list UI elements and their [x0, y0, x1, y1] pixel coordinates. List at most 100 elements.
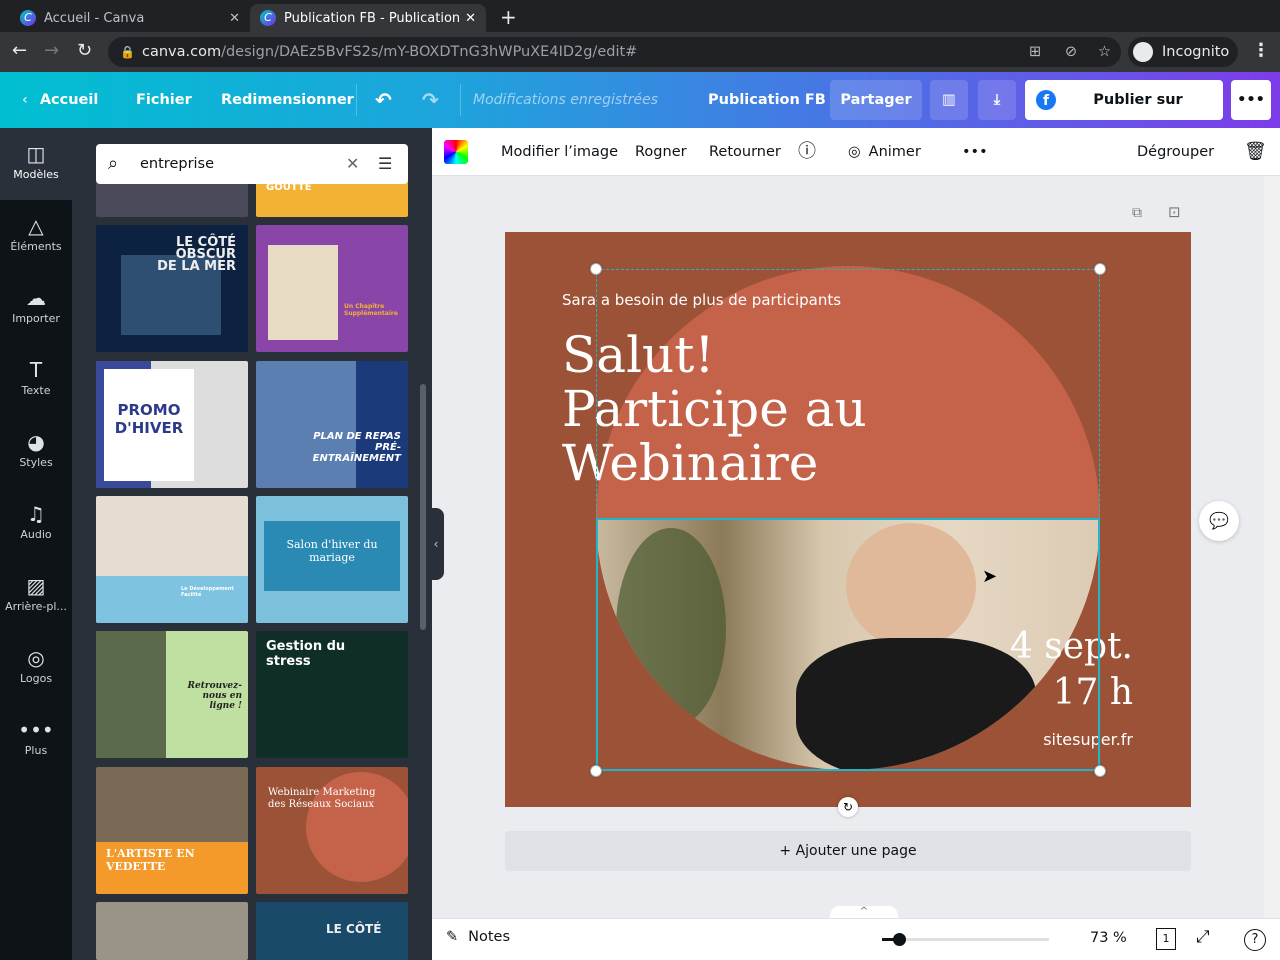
template-thumbnail[interactable]: Gestion du stress: [256, 631, 408, 758]
palette-icon: ◕: [27, 430, 45, 454]
sidebar-item-uploads[interactable]: ☁ Importer: [0, 272, 72, 344]
redo-icon[interactable]: ↷: [422, 72, 439, 128]
cloud-upload-icon: ☁: [26, 286, 46, 310]
translate-icon[interactable]: ⊞: [1029, 37, 1041, 67]
share-button[interactable]: Partager: [830, 80, 922, 120]
collapse-panel-button[interactable]: ‹: [428, 508, 444, 580]
tab-accueil[interactable]: C Accueil - Canva ✕: [10, 4, 250, 32]
animate-button[interactable]: ◎ Animer: [848, 128, 921, 176]
template-thumbnail[interactable]: Un Chapitre Supplémentaire: [256, 225, 408, 352]
analytics-icon[interactable]: ▥: [930, 80, 968, 120]
sidebar-item-more[interactable]: ••• Plus: [0, 704, 72, 776]
sidebar-item-audio[interactable]: ♫ Audio: [0, 488, 72, 560]
incognito-badge[interactable]: Incognito: [1128, 37, 1238, 67]
canvas-scrollbar[interactable]: [1264, 176, 1280, 918]
add-page-icon[interactable]: ⊡: [1168, 203, 1181, 221]
template-title: Retrouvez-nous en ligne !: [187, 681, 242, 711]
reload-icon[interactable]: ↻: [77, 40, 92, 61]
filter-icon[interactable]: ☰: [378, 144, 392, 184]
more-tools-icon[interactable]: •••: [962, 128, 988, 176]
template-title: Gestion du stress: [266, 639, 346, 669]
url-host: canva.com: [142, 44, 222, 60]
search-input[interactable]: ⌕ entreprise ✕ ☰: [96, 144, 408, 184]
duplicate-page-icon[interactable]: ⧉: [1132, 205, 1142, 221]
resize-handle[interactable]: [590, 765, 602, 777]
close-tab-icon[interactable]: ✕: [465, 11, 476, 26]
help-icon[interactable]: ?: [1244, 929, 1266, 951]
flip-button[interactable]: Retourner: [709, 128, 781, 176]
template-thumbnail[interactable]: Retrouvez-nous en ligne !: [96, 631, 248, 758]
mouse-cursor-icon: ➤: [982, 566, 998, 587]
sidebar-item-logos[interactable]: ◎ Logos: [0, 632, 72, 704]
search-value: entreprise: [140, 156, 215, 172]
notes-icon: ✎: [446, 929, 459, 945]
context-toolbar: Modifier l’image Rogner Retourner ⓘ ◎ Ani…: [432, 128, 1280, 176]
more-options-icon[interactable]: •••: [1231, 80, 1271, 120]
sidebar-item-text[interactable]: T Texte: [0, 344, 72, 416]
zoom-slider-knob[interactable]: [892, 933, 906, 946]
clear-search-icon[interactable]: ✕: [346, 144, 359, 184]
chevron-left-icon: ‹: [22, 92, 28, 108]
divider: [356, 84, 357, 116]
close-tab-icon[interactable]: ✕: [229, 11, 240, 26]
template-thumbnail[interactable]: Webinaire Marketing des Réseaux Sociaux: [256, 767, 408, 894]
info-icon[interactable]: ⓘ: [798, 128, 816, 176]
address-bar: ← → ↻ 🔒 canva.com/design/DAEz5BvFS2s/mY-B…: [0, 32, 1280, 72]
back-icon[interactable]: ←: [12, 40, 27, 61]
resize-handle[interactable]: [1094, 765, 1106, 777]
zoom-slider[interactable]: [882, 933, 1049, 946]
page-count-button[interactable]: 1: [1156, 928, 1176, 950]
canva-favicon-icon: C: [260, 10, 276, 26]
facebook-icon: f: [1036, 90, 1056, 110]
url-path: /design/DAEz5BvFS2s/mY-BOXDTnG3hWPuXE4ID…: [221, 44, 638, 60]
template-thumbnail[interactable]: PROMO D'HIVER: [96, 361, 248, 488]
template-thumbnail[interactable]: [96, 902, 248, 960]
forward-icon[interactable]: →: [44, 40, 59, 61]
sidebar-item-backgrounds[interactable]: ▨ Arrière-pl...: [0, 560, 72, 632]
document-title[interactable]: Publication FB: [708, 72, 826, 128]
crop-button[interactable]: Rogner: [635, 128, 687, 176]
publish-facebook-button[interactable]: fPublier sur Facebook: [1025, 80, 1223, 148]
url-input[interactable]: 🔒 canva.com/design/DAEz5BvFS2s/mY-BOXDTnG…: [108, 37, 1121, 67]
browser-menu-icon[interactable]: ⋮: [1252, 40, 1270, 61]
divider: [460, 84, 461, 116]
comment-icon[interactable]: 💬: [1199, 501, 1239, 541]
zoom-level[interactable]: 73 %: [1090, 930, 1127, 946]
add-page-button[interactable]: + Ajouter une page: [505, 831, 1191, 871]
resize-button[interactable]: Redimensionner: [221, 72, 354, 128]
template-thumbnail[interactable]: LE CÔTÉ OBSCUR DE LA MER: [96, 225, 248, 352]
template-title: PROMO D'HIVER: [114, 401, 184, 437]
sidebar-item-templates[interactable]: ◫ Modèles: [0, 128, 72, 200]
sidebar-label: Éléments: [10, 240, 62, 253]
ungroup-button[interactable]: Dégrouper: [1137, 128, 1214, 176]
sidebar-item-elements[interactable]: △ Éléments: [0, 200, 72, 272]
template-thumbnail[interactable]: LE CÔTÉ: [256, 902, 408, 960]
home-button[interactable]: ‹ Accueil: [22, 72, 98, 128]
panel-scrollbar[interactable]: [420, 384, 426, 630]
tab-title: Accueil - Canva: [44, 10, 145, 26]
delete-icon[interactable]: 🗑: [1244, 128, 1267, 176]
resize-handle[interactable]: [590, 263, 602, 275]
tab-publication[interactable]: C Publication FB - Publication ✕: [250, 4, 486, 32]
download-icon[interactable]: ⤓: [978, 80, 1016, 120]
sidebar-item-styles[interactable]: ◕ Styles: [0, 416, 72, 488]
sidebar-label: Importer: [12, 312, 60, 325]
template-thumbnail[interactable]: Salon d'hiver du mariage: [256, 496, 408, 623]
template-thumbnail[interactable]: Le Développement Facilité: [96, 496, 248, 623]
fullscreen-icon[interactable]: ⤢: [1196, 927, 1210, 947]
tab-title: Publication FB - Publication: [284, 10, 459, 26]
rotate-handle-icon[interactable]: ↻: [838, 797, 858, 817]
file-menu[interactable]: Fichier: [136, 72, 192, 128]
logo-icon: ◎: [27, 646, 45, 670]
new-tab-icon[interactable]: +: [500, 5, 517, 29]
resize-handle[interactable]: [1094, 263, 1106, 275]
template-thumbnail[interactable]: L'ARTISTE EN VEDETTE: [96, 767, 248, 894]
edit-image-button[interactable]: Modifier l’image: [501, 128, 618, 176]
notes-button[interactable]: ✎ Notes: [446, 929, 510, 945]
color-picker-icon[interactable]: [444, 140, 468, 164]
bookmark-star-icon[interactable]: ☆: [1098, 37, 1111, 67]
sidebar-label: Logos: [19, 672, 53, 685]
eye-off-icon[interactable]: ⊘: [1065, 37, 1077, 67]
undo-icon[interactable]: ↶: [375, 72, 392, 128]
template-thumbnail[interactable]: PLAN DE REPAS PRÉ-ENTRAÎNEMENT: [256, 361, 408, 488]
